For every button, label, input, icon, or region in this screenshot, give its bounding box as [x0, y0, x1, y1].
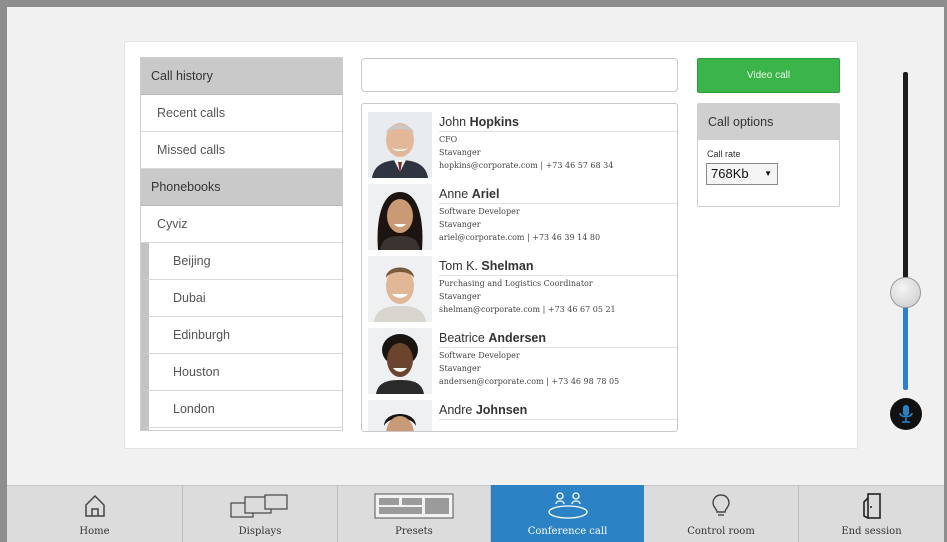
door-exit-icon — [862, 493, 881, 519]
contact-card-beatrice-andersen[interactable]: Beatrice Andersen Software Developer Sta… — [368, 324, 677, 396]
divider — [439, 275, 677, 276]
conference-call-icon — [547, 492, 588, 519]
contact-title: CFO — [439, 135, 458, 144]
presets-icon — [374, 493, 454, 519]
contact-name: Andre Johnsen — [439, 403, 528, 417]
nav-control-room[interactable]: Control room — [644, 485, 799, 542]
contact-card-john-hopkins[interactable]: John Hopkins CFO Stavanger hopkins@corpo… — [368, 108, 677, 180]
contact-card-anne-ariel[interactable]: Anne Ariel Software Developer Stavanger … — [368, 180, 677, 252]
avatar — [368, 400, 432, 431]
contact-details: shelman@corporate.com | +73 46 67 05 21 — [439, 305, 616, 314]
volume-track-upper[interactable] — [903, 72, 908, 287]
contact-title: Software Developer — [439, 207, 520, 216]
list-item-dubai[interactable]: Dubai — [141, 280, 342, 317]
list-item-missed-calls[interactable]: Missed calls — [141, 132, 342, 169]
call-rate-select[interactable]: 768Kb ▼ — [706, 163, 778, 185]
volume-track-filled[interactable] — [903, 298, 908, 390]
nav-end-session[interactable]: End session — [799, 485, 944, 542]
call-rate-label: Call rate — [707, 149, 741, 159]
contact-details: hopkins@corporate.com | +73 46 57 68 34 — [439, 161, 614, 170]
home-icon — [84, 494, 105, 517]
contact-location: Stavanger — [439, 148, 481, 157]
contact-title: Software Developer — [439, 351, 520, 360]
video-call-button[interactable]: Video call — [697, 58, 840, 93]
lightbulb-icon — [712, 494, 730, 516]
divider — [439, 347, 677, 348]
avatar — [368, 112, 432, 178]
contact-card-tom-shelman[interactable]: Tom K. Shelman Purchasing and Logistics … — [368, 252, 677, 324]
contact-location: Stavanger — [439, 220, 481, 229]
nav-label: Control room — [687, 526, 755, 537]
phonebook-list: Call history Recent calls Missed calls P… — [140, 57, 343, 431]
volume-slider-handle[interactable] — [890, 277, 921, 308]
list-item-cyviz[interactable]: Cyviz — [141, 206, 342, 243]
divider — [439, 203, 677, 204]
nav-label: Conference call — [527, 526, 608, 537]
list-item-london[interactable]: London — [141, 391, 342, 428]
contact-location: Stavanger — [439, 292, 481, 301]
nav-label: Presets — [395, 526, 433, 537]
call-history-header[interactable]: Call history — [141, 58, 342, 95]
microphone-button[interactable] — [890, 398, 922, 430]
avatar — [368, 184, 432, 250]
list-item-more[interactable] — [141, 428, 342, 430]
contact-title: Purchasing and Logistics Coordinator — [439, 279, 593, 288]
call-options-panel: Call options Call rate 768Kb ▼ — [697, 103, 840, 207]
phonebooks-header[interactable]: Phonebooks — [141, 169, 342, 206]
nav-label: End session — [841, 526, 902, 537]
avatar — [368, 256, 432, 322]
list-item-beijing[interactable]: Beijing — [141, 243, 342, 280]
displays-icon — [230, 494, 288, 518]
divider — [439, 419, 677, 420]
nav-displays[interactable]: Displays — [183, 485, 338, 542]
nav-home[interactable]: Home — [7, 485, 183, 542]
call-rate-value: 768Kb — [711, 166, 749, 181]
nav-label: Home — [79, 526, 110, 537]
microphone-icon — [899, 405, 913, 423]
list-item-edinburgh[interactable]: Edinburgh — [141, 317, 342, 354]
nav-conference-call[interactable]: Conference call — [491, 485, 644, 542]
contact-details: andersen@corporate.com | +73 46 98 78 05 — [439, 377, 620, 386]
nav-label: Displays — [238, 526, 282, 537]
contact-details: ariel@corporate.com | +73 46 39 14 80 — [439, 233, 601, 242]
avatar — [368, 328, 432, 394]
dropdown-arrow-icon: ▼ — [764, 169, 772, 178]
contact-name: Anne Ariel — [439, 187, 500, 201]
contact-name: John Hopkins — [439, 115, 519, 129]
contact-card-andre-johnsen[interactable]: Andre Johnsen — [368, 396, 677, 431]
search-input[interactable] — [361, 58, 678, 92]
call-options-header: Call options — [698, 104, 839, 140]
list-item-recent-calls[interactable]: Recent calls — [141, 95, 342, 132]
divider — [439, 131, 677, 132]
contact-name: Beatrice Andersen — [439, 331, 546, 345]
list-item-houston[interactable]: Houston — [141, 354, 342, 391]
contact-list: John Hopkins CFO Stavanger hopkins@corpo… — [361, 103, 678, 432]
nav-presets[interactable]: Presets — [338, 485, 491, 542]
contact-location: Stavanger — [439, 364, 481, 373]
contact-name: Tom K. Shelman — [439, 259, 534, 273]
